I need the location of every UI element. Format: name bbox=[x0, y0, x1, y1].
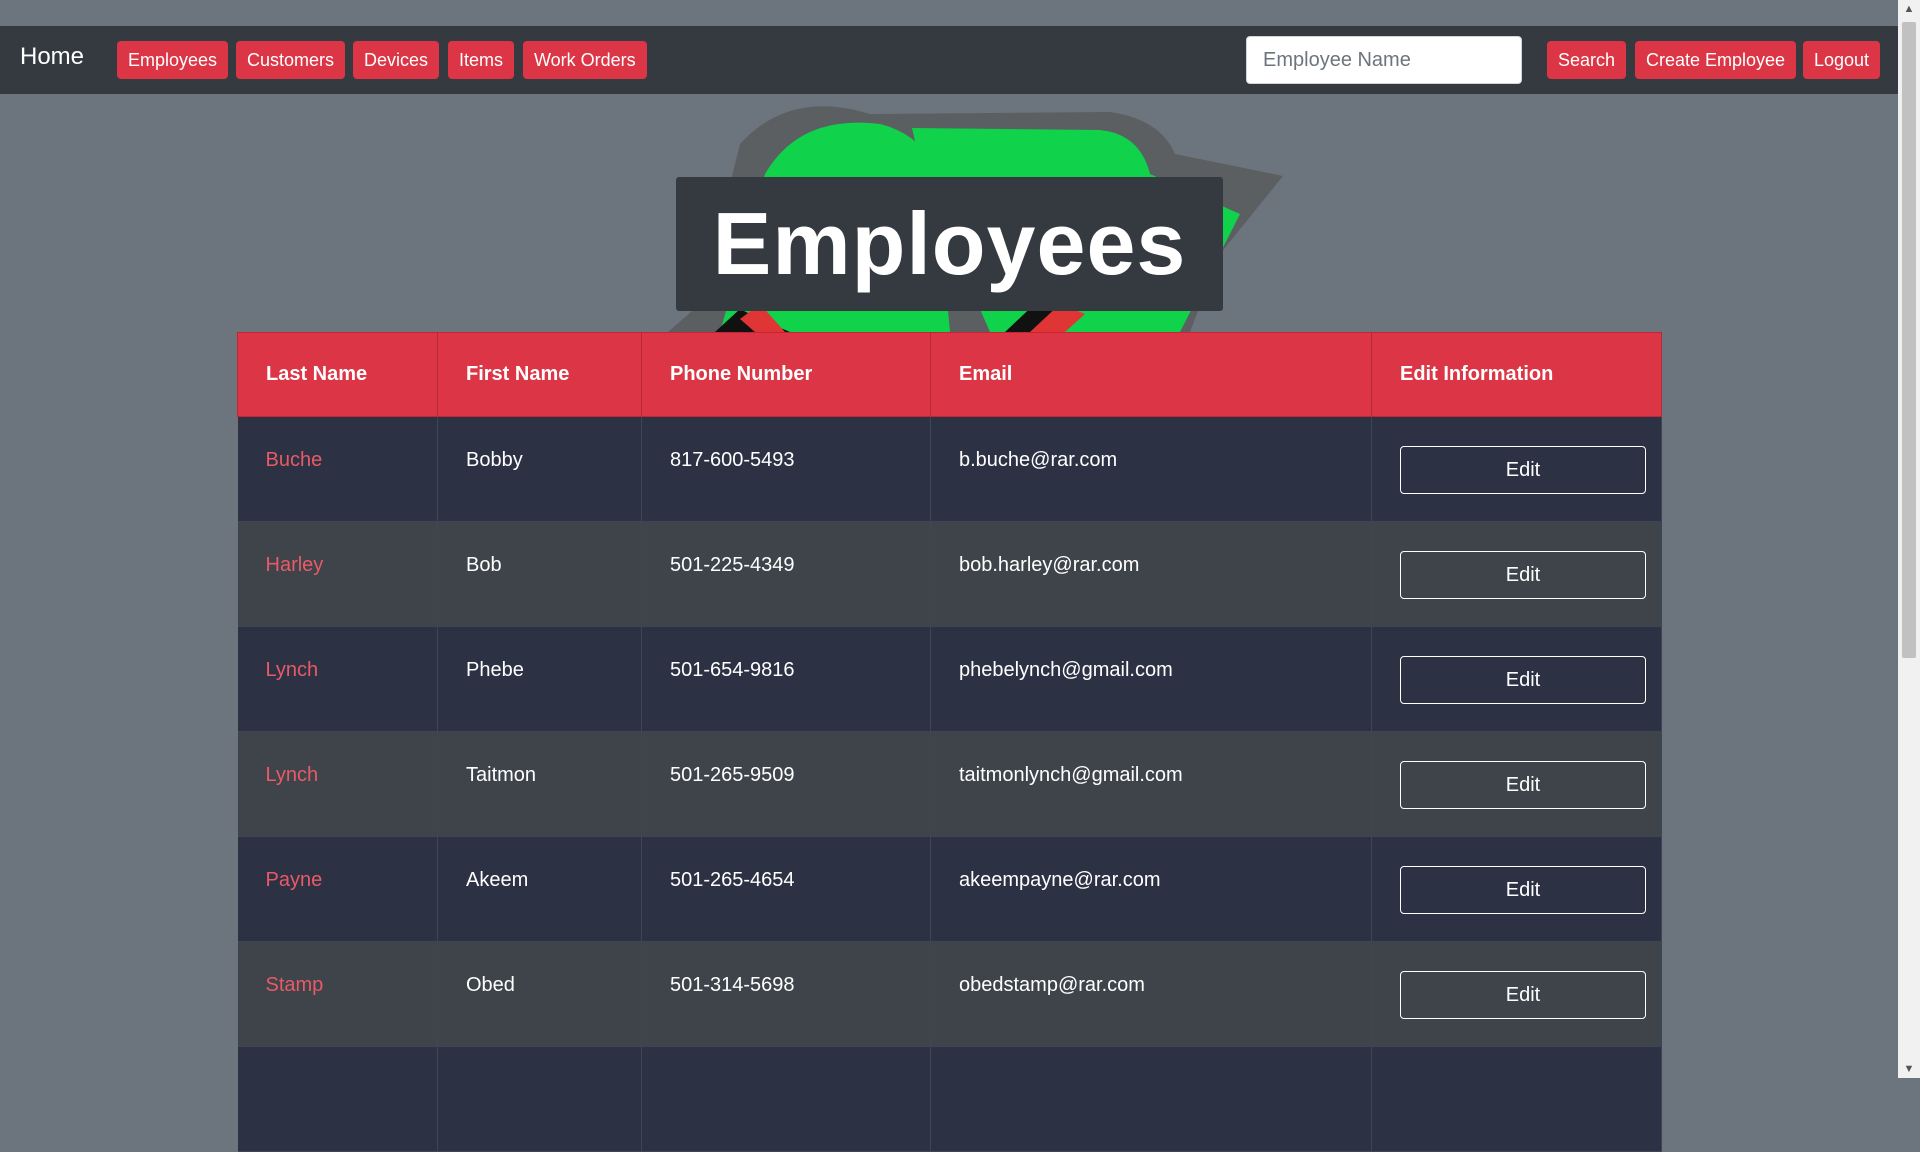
page-header: Employees bbox=[0, 94, 1898, 334]
page-title: Employees bbox=[712, 194, 1187, 293]
email-cell: b.buche@rar.com bbox=[930, 416, 1372, 522]
nav-customers-button[interactable]: Customers bbox=[236, 41, 346, 79]
first-name-cell: Akeem bbox=[437, 836, 642, 942]
logout-button[interactable]: Logout bbox=[1803, 41, 1881, 79]
home-link[interactable]: Home bbox=[20, 43, 84, 71]
nav-items-button[interactable]: Items bbox=[448, 41, 515, 79]
first-name-cell: Bob bbox=[437, 521, 642, 627]
create-employee-button[interactable]: Create Employee bbox=[1635, 41, 1797, 79]
first-name-cell: Bobby bbox=[437, 416, 642, 522]
phone-cell: 501-265-9509 bbox=[641, 731, 931, 837]
table-row: Stamp Obed 501-314-5698 obedstamp@rar.co… bbox=[237, 941, 1662, 1047]
last-name-link[interactable]: Lynch bbox=[266, 764, 319, 786]
last-name-link[interactable]: Stamp bbox=[266, 974, 324, 996]
table-row: Payne Akeem 501-265-4654 akeempayne@rar.… bbox=[237, 836, 1662, 942]
first-name-cell: Obed bbox=[437, 941, 642, 1047]
email-cell: akeempayne@rar.com bbox=[930, 836, 1372, 942]
email-cell: bob.harley@rar.com bbox=[930, 521, 1372, 627]
nav-devices-button[interactable]: Devices bbox=[353, 41, 440, 79]
edit-button[interactable]: Edit bbox=[1400, 971, 1646, 1019]
edit-button[interactable]: Edit bbox=[1400, 551, 1646, 599]
vertical-scrollbar[interactable]: ▲ ▼ bbox=[1898, 0, 1920, 1078]
edit-button[interactable]: Edit bbox=[1400, 866, 1646, 914]
phone-cell: 501-265-4654 bbox=[641, 836, 931, 942]
phone-cell: 501-654-9816 bbox=[641, 626, 931, 732]
table-header-row: Last Name First Name Phone Number Email … bbox=[237, 332, 1662, 417]
nav-work-orders-button[interactable]: Work Orders bbox=[523, 41, 647, 79]
search-button[interactable]: Search bbox=[1547, 41, 1627, 79]
scroll-down-arrow-icon[interactable]: ▼ bbox=[1898, 1060, 1920, 1078]
edit-button[interactable]: Edit bbox=[1400, 761, 1646, 809]
header-first-name: First Name bbox=[437, 332, 642, 417]
table-row-partial bbox=[237, 1046, 1662, 1152]
employee-search-input[interactable] bbox=[1246, 36, 1522, 84]
phone-cell: 501-225-4349 bbox=[641, 521, 931, 627]
email-cell: obedstamp@rar.com bbox=[930, 941, 1372, 1047]
table-row: Harley Bob 501-225-4349 bob.harley@rar.c… bbox=[237, 521, 1662, 627]
email-cell: phebelynch@gmail.com bbox=[930, 626, 1372, 732]
top-strip bbox=[0, 0, 1898, 26]
page-title-box: Employees bbox=[676, 177, 1223, 311]
employees-table-container: Last Name First Name Phone Number Email … bbox=[237, 332, 1662, 1152]
last-name-link[interactable]: Harley bbox=[266, 554, 324, 576]
email-cell: taitmonlynch@gmail.com bbox=[930, 731, 1372, 837]
header-email: Email bbox=[930, 332, 1372, 417]
phone-cell: 817-600-5493 bbox=[641, 416, 931, 522]
phone-cell: 501-314-5698 bbox=[641, 941, 931, 1047]
header-last-name: Last Name bbox=[237, 332, 438, 417]
top-navbar: Home Employees Customers Devices Items W… bbox=[0, 26, 1898, 94]
scroll-up-arrow-icon[interactable]: ▲ bbox=[1898, 0, 1920, 18]
employees-table: Last Name First Name Phone Number Email … bbox=[237, 332, 1662, 1152]
edit-button[interactable]: Edit bbox=[1400, 446, 1646, 494]
table-row: Lynch Phebe 501-654-9816 phebelynch@gmai… bbox=[237, 626, 1662, 732]
first-name-cell: Phebe bbox=[437, 626, 642, 732]
first-name-cell: Taitmon bbox=[437, 731, 642, 837]
last-name-link[interactable]: Payne bbox=[266, 869, 323, 891]
header-phone-number: Phone Number bbox=[641, 332, 931, 417]
last-name-link[interactable]: Buche bbox=[266, 449, 323, 471]
table-row: Lynch Taitmon 501-265-9509 taitmonlynch@… bbox=[237, 731, 1662, 837]
nav-employees-button[interactable]: Employees bbox=[117, 41, 229, 79]
table-row: Buche Bobby 817-600-5493 b.buche@rar.com… bbox=[237, 416, 1662, 522]
last-name-link[interactable]: Lynch bbox=[266, 659, 319, 681]
edit-button[interactable]: Edit bbox=[1400, 656, 1646, 704]
header-edit-information: Edit Information bbox=[1371, 332, 1662, 417]
scrollbar-thumb[interactable] bbox=[1902, 22, 1916, 658]
